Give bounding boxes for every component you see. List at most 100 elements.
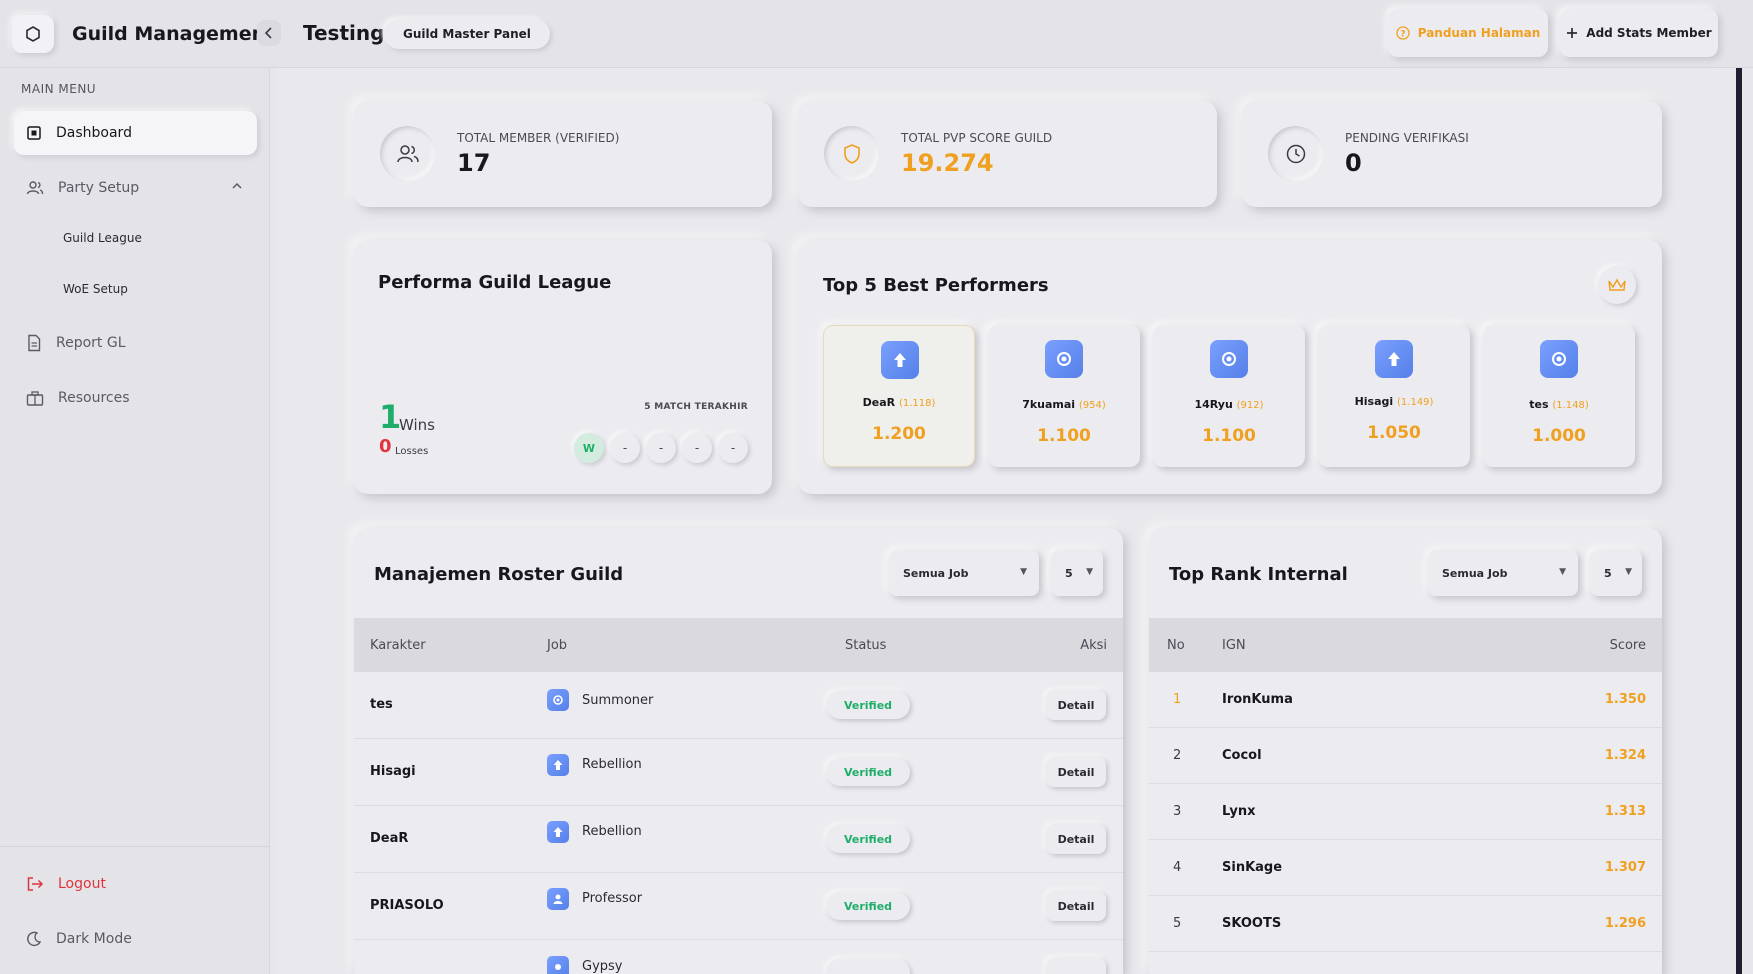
sidebar-subitem-guild-league[interactable]: Guild League — [63, 231, 142, 245]
detail-button[interactable]: Detail — [1046, 690, 1106, 720]
performer-name-text: 7kuamai — [1022, 398, 1076, 411]
performer-card[interactable]: Hisagi (1.149) 1.050 — [1318, 325, 1470, 467]
status-badge: Verified — [826, 758, 910, 786]
users-icon — [26, 181, 44, 195]
performer-name: tes (1.148) — [1483, 398, 1635, 411]
performer-name: Hisagi (1.149) — [1318, 395, 1470, 408]
sidebar-item-label: Resources — [58, 390, 130, 406]
stat-value: 19.274 — [901, 149, 994, 177]
add-stats-member-button[interactable]: Add Stats Member — [1560, 9, 1718, 57]
rank-job-filter-value: Semua Job — [1442, 566, 1508, 580]
table-row: 5 SKOOTS 1.296 — [1149, 896, 1662, 952]
match-result: - — [682, 433, 712, 463]
stat-value: 17 — [457, 149, 491, 177]
caret-down-icon: ▼ — [1625, 567, 1632, 577]
document-icon — [28, 334, 41, 352]
svg-text:?: ? — [1400, 30, 1405, 40]
top-performers-title: Top 5 Best Performers — [823, 275, 1049, 296]
rank-ign: SKOOTS — [1222, 916, 1282, 931]
logout-button[interactable]: Logout — [14, 862, 257, 906]
sidebar-item-party-setup[interactable]: Party Setup — [14, 166, 257, 210]
performer-score: 1.100 — [1202, 426, 1256, 446]
performer-name: 7kuamai (954) — [988, 398, 1140, 411]
guide-button[interactable]: ? Panduan Halaman — [1388, 9, 1548, 57]
roster-card: Manajemen Roster Guild Semua Job ▼ 5 ▼ K… — [354, 528, 1123, 974]
losses-label: Losses — [395, 446, 429, 457]
performer-score: 1.050 — [1367, 423, 1421, 443]
stat-label: TOTAL PVP SCORE GUILD — [901, 131, 1053, 145]
last-matches-label: 5 MATCH TERAKHIR — [644, 402, 748, 412]
stat-value: 0 — [1345, 149, 1362, 177]
character-name: PRIASOLO — [370, 898, 444, 913]
table-row: 1 IronKuma 1.350 — [1149, 672, 1662, 728]
rank-count-filter-value: 5 — [1604, 566, 1612, 580]
rank-ign: Cocol — [1222, 748, 1262, 763]
dark-mode-toggle[interactable]: Dark Mode — [14, 917, 257, 961]
top-rank-title: Top Rank Internal — [1169, 564, 1348, 585]
sidebar-item-label: Dashboard — [56, 125, 132, 141]
top-rank-card: Top Rank Internal Semua Job ▼ 5 ▼ No IGN… — [1149, 528, 1662, 974]
column-header: Aksi — [1080, 637, 1107, 653]
add-stats-member-label: Add Stats Member — [1586, 26, 1712, 40]
performer-card[interactable]: DeaR (1.118) 1.200 — [823, 325, 975, 467]
sidebar-item-label: Report GL — [56, 335, 126, 351]
sidebar-item-resources[interactable]: Resources — [14, 376, 257, 420]
roster-job-filter[interactable]: Semua Job ▼ — [889, 550, 1039, 596]
sidebar-item-report-gl[interactable]: Report GL — [14, 321, 257, 365]
detail-button[interactable]: Detail — [1046, 891, 1106, 921]
rank-score: 1.296 — [1604, 916, 1646, 931]
column-header: Karakter — [370, 637, 426, 653]
character-name: Hisagi — [370, 764, 416, 779]
character-name: DeaR — [370, 831, 409, 846]
performer-name-text: 14Ryu — [1194, 398, 1233, 411]
performer-name: 14Ryu (912) — [1153, 398, 1305, 411]
rank-job-filter[interactable]: Semua Job ▼ — [1428, 550, 1578, 596]
detail-button[interactable] — [1046, 958, 1106, 974]
app-title: Guild Management — [72, 23, 275, 45]
rank-number: 1 — [1173, 692, 1182, 707]
table-row: 4 SinKage 1.307 — [1149, 840, 1662, 896]
column-header: Status — [845, 637, 887, 653]
column-header: Job — [547, 637, 568, 653]
rank-count-filter[interactable]: 5 ▼ — [1590, 550, 1642, 596]
league-card: Performa Guild League 1 Wins 0 Losses 5 … — [354, 240, 772, 494]
sidebar-subitem-woe-setup[interactable]: WoE Setup — [63, 282, 128, 296]
performer-sub: (912) — [1236, 400, 1264, 411]
top-performers-card: Top 5 Best Performers DeaR (1.118) 1.200… — [798, 240, 1662, 494]
losses-count: 0 — [379, 436, 392, 457]
dark-mode-label: Dark Mode — [56, 931, 132, 947]
scrollbar[interactable] — [1736, 68, 1742, 974]
performer-card[interactable]: 14Ryu (912) 1.100 — [1153, 325, 1305, 467]
plus-icon — [1567, 28, 1578, 38]
roster-count-filter[interactable]: 5 ▼ — [1051, 550, 1103, 596]
sidebar-item-dashboard[interactable]: Dashboard — [14, 111, 257, 155]
rank-ign: IronKuma — [1222, 692, 1293, 707]
table-row: PRIASOLO Professor Verified Detail — [354, 873, 1123, 940]
job-rebellion-icon — [547, 754, 569, 776]
job-name: Gypsy — [582, 959, 623, 974]
performer-score: 1.200 — [872, 424, 926, 444]
status-badge: Verified — [826, 825, 910, 853]
performer-name: DeaR (1.118) — [824, 396, 974, 409]
status-badge: Verified — [826, 892, 910, 920]
chevron-left-icon — [264, 27, 272, 39]
logout-label: Logout — [58, 876, 106, 892]
column-header: IGN — [1222, 637, 1246, 653]
performer-sub: (954) — [1078, 400, 1106, 411]
crown-icon[interactable] — [1598, 266, 1636, 304]
table-row: Gypsy — [354, 940, 1123, 974]
character-name: tes — [370, 697, 393, 712]
rank-ign: SinKage — [1222, 860, 1283, 875]
moon-icon — [27, 931, 42, 947]
collapse-sidebar-button[interactable] — [257, 20, 281, 46]
performer-card[interactable]: tes (1.148) 1.000 — [1483, 325, 1635, 467]
hexagon-logo-icon[interactable] — [12, 15, 54, 53]
performer-card[interactable]: 7kuamai (954) 1.100 — [988, 325, 1140, 467]
stat-card-pvp-score: TOTAL PVP SCORE GUILD 19.274 — [798, 101, 1217, 207]
rank-score: 1.324 — [1604, 748, 1646, 763]
rank-ign: Lynx — [1222, 804, 1256, 819]
job-name: Rebellion — [582, 757, 642, 772]
detail-button[interactable]: Detail — [1046, 757, 1106, 787]
detail-button[interactable]: Detail — [1046, 824, 1106, 854]
performer-sub: (1.149) — [1397, 397, 1434, 408]
